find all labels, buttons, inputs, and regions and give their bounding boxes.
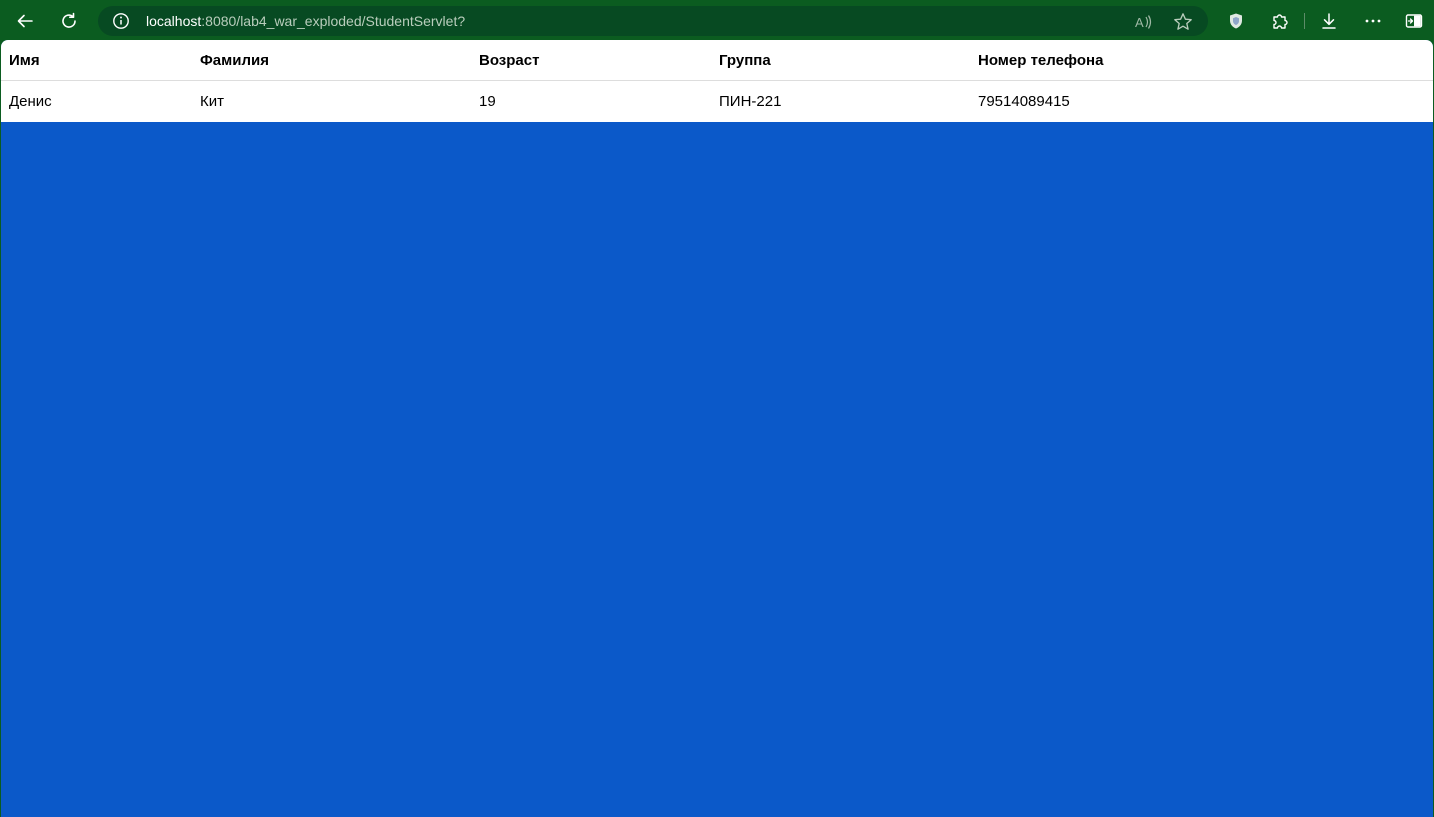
column-header-last-name: Фамилия	[192, 40, 471, 81]
split-screen-button[interactable]	[1399, 6, 1429, 36]
star-icon[interactable]	[1172, 11, 1194, 33]
column-header-group: Группа	[711, 40, 970, 81]
settings-and-more-button[interactable]	[1358, 6, 1388, 36]
reload-icon	[62, 12, 76, 28]
cell-phone: 79514089415	[978, 93, 1070, 110]
url-path: :8080/lab4_war_exploded/StudentServlet?	[201, 13, 466, 29]
download-icon	[1322, 13, 1336, 29]
column-header-phone: Номер телефона	[970, 40, 1433, 81]
downloads-button[interactable]	[1314, 6, 1344, 36]
back-button[interactable]	[10, 6, 40, 36]
cell-last-name: Кит	[200, 93, 224, 110]
extensions-button[interactable]	[1265, 6, 1295, 36]
column-header-age: Возраст	[471, 40, 711, 81]
split-screen-icon	[1405, 14, 1423, 28]
read-aloud-icon[interactable]: A	[1134, 12, 1154, 32]
toolbar-separator	[1304, 13, 1305, 29]
svg-text:A: A	[1135, 15, 1144, 30]
browser-essentials-button[interactable]	[1221, 6, 1251, 36]
url-host: localhost	[146, 13, 202, 29]
column-header-first-name: Имя	[1, 40, 192, 81]
cell-first-name: Денис	[9, 93, 52, 110]
table-header-row: Имя Фамилия Возраст Группа Номер телефон…	[1, 40, 1433, 81]
more-icon	[1365, 19, 1381, 23]
reload-button[interactable]	[54, 6, 84, 36]
url-text[interactable]: localhost:8080/lab4_war_exploded/Student…	[146, 13, 465, 29]
cell-group: ПИН-221	[719, 93, 782, 110]
puzzle-icon	[1273, 14, 1288, 29]
back-arrow-icon	[17, 14, 33, 28]
page-viewport: Имя Фамилия Возраст Группа Номер телефон…	[1, 40, 1433, 817]
browser-toolbar: localhost:8080/lab4_war_exploded/Student…	[0, 0, 1434, 40]
shield-icon	[1230, 13, 1242, 29]
info-icon[interactable]	[112, 12, 130, 30]
address-bar[interactable]: localhost:8080/lab4_war_exploded/Student…	[98, 6, 1208, 36]
students-table: Имя Фамилия Возраст Группа Номер телефон…	[1, 40, 1433, 122]
cell-age: 19	[479, 93, 496, 110]
table-row: Денис Кит 19 ПИН-221 79514089415	[1, 81, 1433, 123]
